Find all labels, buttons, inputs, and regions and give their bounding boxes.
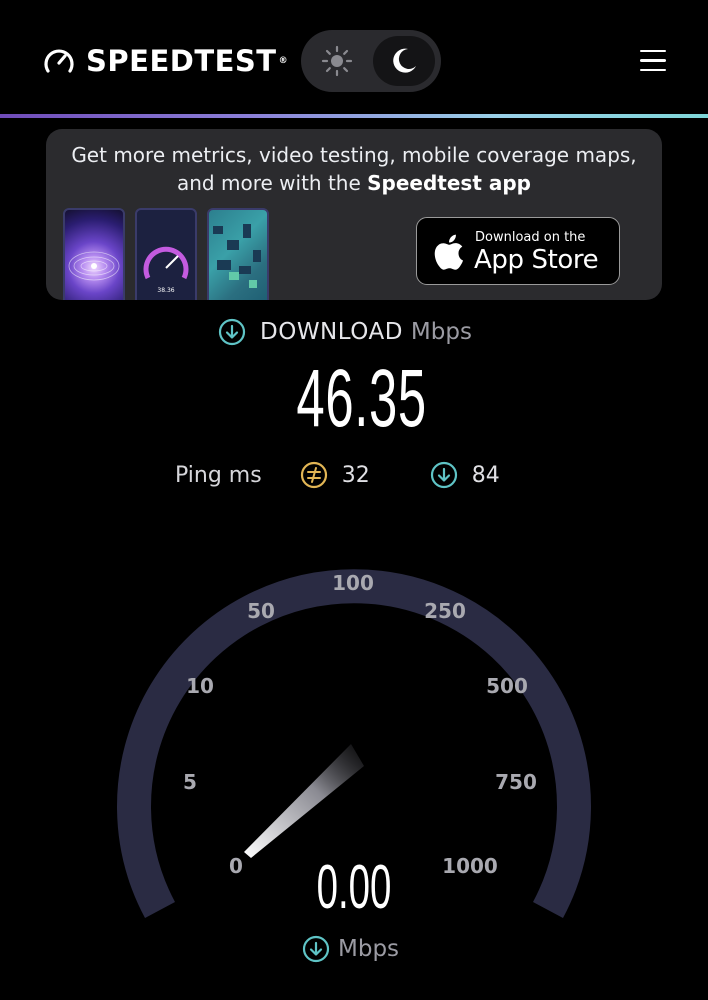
phone-gauge-value: 38.36 [157, 287, 174, 294]
brand-name: SPEEDTEST ® [86, 44, 289, 78]
download-value: 46.35 [296, 353, 427, 444]
idle-latency-icon [300, 461, 327, 489]
gauge-tick-label: 10 [186, 674, 214, 698]
gauge-tick-label: 100 [332, 571, 374, 595]
dark-theme-button[interactable] [373, 36, 435, 86]
gauge-unit-row: Mbps [302, 935, 399, 963]
gauge-unit: Mbps [338, 936, 400, 962]
download-unit: Mbps [410, 319, 472, 345]
app-promo-banner[interactable]: Get more metrics, video testing, mobile … [46, 129, 662, 300]
moon-icon [393, 48, 416, 73]
gauge-tick-label: 5 [183, 770, 197, 794]
accent-divider [0, 114, 708, 118]
app-store-button[interactable]: Download on the App Store [416, 217, 620, 285]
download-arrow-icon [302, 935, 330, 963]
apple-logo-icon [434, 234, 463, 270]
promo-text: Get more metrics, video testing, mobile … [71, 143, 637, 195]
phone-gauge-screen: 38.36 [135, 208, 197, 300]
download-arrow-icon [218, 318, 246, 346]
speedtest-logo[interactable]: SPEEDTEST ® [42, 44, 288, 78]
ping-label: Ping ms [175, 462, 262, 488]
gauge-needle [244, 744, 364, 858]
header: SPEEDTEST ® [0, 0, 708, 114]
gauge-tick-label: 50 [247, 599, 275, 623]
download-label: DOWNLOAD [260, 319, 403, 345]
gauge-tick-label: 500 [486, 674, 528, 698]
gauge-tick-label: 750 [495, 770, 537, 794]
theme-toggle[interactable] [301, 30, 441, 92]
ping-row: Ping ms 32 84 [175, 458, 500, 492]
app-store-big-text: App Store [474, 245, 599, 275]
download-header: DOWNLOAD Mbps [218, 316, 472, 348]
app-store-small-text: Download on the [475, 230, 586, 245]
download-latency-icon [430, 461, 457, 489]
gauge-tick-label: 250 [424, 599, 466, 623]
phone-map-screen [207, 208, 269, 300]
speed-gauge: 0 5 10 50 100 250 500 750 1000 0.00 Mbps [0, 500, 708, 1000]
ping-idle-value: 32 [341, 462, 370, 488]
gauge-current-value: 0.00 [316, 853, 392, 922]
sun-icon[interactable] [321, 45, 353, 77]
ping-download-value: 84 [471, 462, 500, 488]
phone-galaxy-screen [63, 208, 125, 300]
hamburger-menu-icon[interactable] [640, 50, 666, 72]
phone-screenshots: 38.36 [62, 208, 292, 300]
speedometer-logo-icon [44, 49, 74, 73]
